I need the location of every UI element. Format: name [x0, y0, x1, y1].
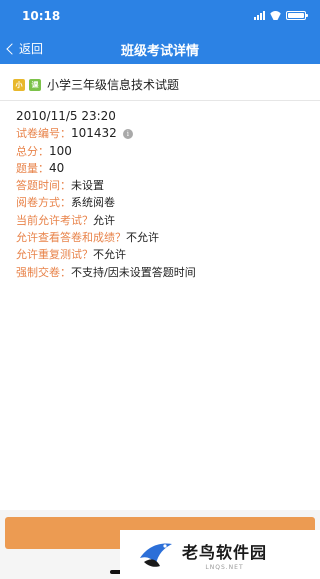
page-title: 班级考试详情 — [120, 44, 199, 59]
signal-icon — [254, 11, 265, 20]
info-row-question-count: 题量：40 — [16, 160, 196, 177]
info-row-total-score: 总分：100 — [16, 143, 196, 160]
exam-allowed-value: 允许 — [93, 213, 115, 227]
watermark-name: 老鸟软件园 — [182, 542, 268, 562]
battery-icon — [286, 11, 308, 20]
exam-datetime: 2010/11/5 23:20 — [16, 109, 116, 123]
tag-badge-course: 课 — [29, 78, 41, 91]
bird-logo-icon — [140, 543, 172, 567]
answer-time-value: 未设置 — [71, 179, 104, 193]
status-bar: 10:18 — [0, 0, 320, 32]
force-submit-label: 强制交卷： — [16, 265, 71, 279]
view-results-value: 不允许 — [126, 231, 159, 245]
grading-method-label: 阅卷方式： — [16, 196, 71, 210]
force-submit-value: 不支持/因未设置答题时间 — [71, 265, 196, 279]
info-row-exam-allowed: 当前允许考试？允许 — [16, 212, 196, 229]
tag-badge-primary: 小 — [13, 78, 25, 91]
paper-id-label: 试卷编号： — [16, 127, 71, 141]
info-icon[interactable]: i — [122, 129, 133, 140]
info-row-retake: 允许重复测试？不允许 — [16, 246, 196, 263]
exam-title: 小学三年级信息技术试题 — [47, 78, 180, 92]
status-icons — [254, 11, 308, 20]
info-row-grading-method: 阅卷方式：系统阅卷 — [16, 194, 196, 211]
grading-method-value: 系统阅卷 — [71, 196, 115, 210]
answer-time-label: 答题时间： — [16, 179, 71, 193]
info-row-view-results: 允许查看答卷和成绩？不允许 — [16, 229, 196, 246]
exam-info-list: 2010/11/5 23:20 试卷编号：101432 i 总分：100 题量：4… — [16, 108, 196, 281]
divider — [0, 100, 320, 101]
info-row-answer-time: 答题时间：未设置 — [16, 177, 196, 194]
question-count-label: 题量： — [16, 161, 49, 175]
retake-value: 不允许 — [93, 248, 126, 262]
question-count-value: 40 — [49, 160, 65, 175]
info-row-force-submit: 强制交卷：不支持/因未设置答题时间 — [16, 264, 196, 281]
exam-datetime-row: 2010/11/5 23:20 — [16, 108, 196, 125]
exam-detail-card: 小 课 小学三年级信息技术试题 2010/11/5 23:20 试卷编号：101… — [0, 64, 320, 510]
watermark: 老鸟软件园 LNQS.NET — [120, 530, 320, 579]
retake-label: 允许重复测试？ — [16, 248, 93, 262]
exam-allowed-label: 当前允许考试？ — [16, 213, 93, 227]
view-results-label: 允许查看答卷和成绩？ — [16, 231, 126, 245]
paper-id-value: 101432 — [71, 126, 117, 141]
wifi-icon — [270, 11, 281, 20]
watermark-sub: LNQS.NET — [205, 563, 244, 571]
total-score-value: 100 — [49, 143, 72, 158]
exam-title-row: 小 课 小学三年级信息技术试题 — [13, 76, 179, 93]
total-score-label: 总分： — [16, 144, 49, 158]
nav-bar: 返回 班级考试详情 — [0, 32, 320, 64]
info-row-paper-id: 试卷编号：101432 i — [16, 125, 196, 142]
status-time: 10:18 — [22, 9, 61, 23]
